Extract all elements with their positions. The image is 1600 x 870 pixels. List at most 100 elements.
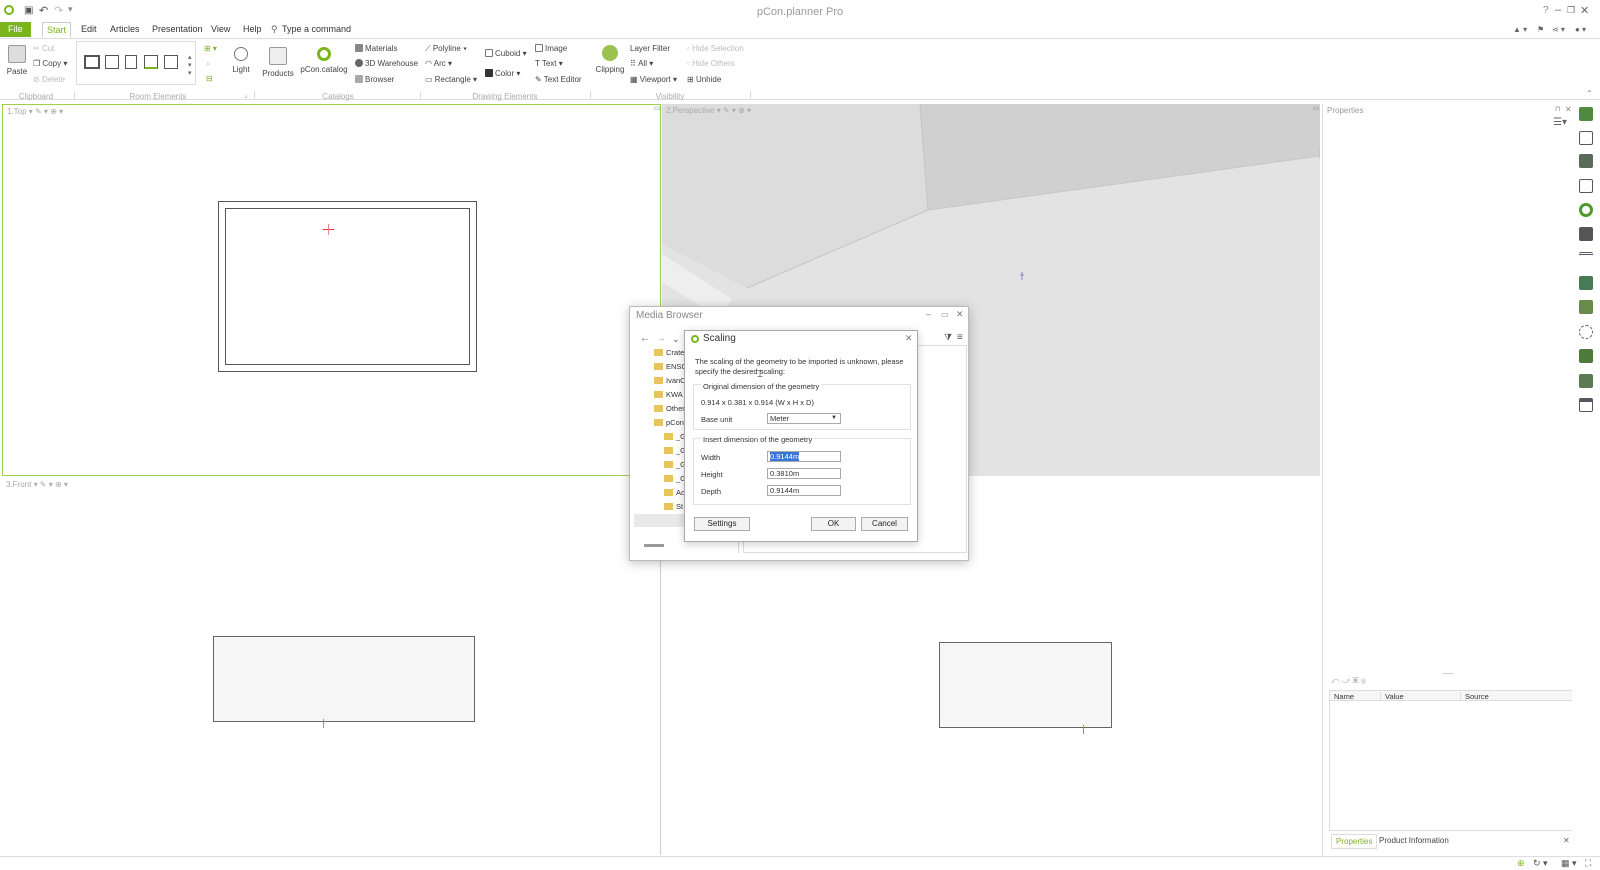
user-icon[interactable]: ● ▾ <box>1575 25 1586 34</box>
layers-panel-icon[interactable] <box>1579 252 1593 266</box>
arc-button[interactable]: ◠ Arc ▾ <box>425 59 452 68</box>
dialog-launcher-icon[interactable]: ⌟ <box>244 91 247 99</box>
notification-icon[interactable]: ▲ ▾ <box>1513 25 1527 34</box>
menu-file[interactable]: File <box>0 22 31 37</box>
hide-selection-button[interactable]: ▫ Hide Selection <box>687 44 744 53</box>
command-input[interactable]: Type a command <box>278 22 355 37</box>
properties-close-icon[interactable]: ✕ <box>1565 105 1572 114</box>
column-value[interactable]: Value <box>1380 692 1404 701</box>
properties-menu-icon[interactable]: ☰▾ <box>1553 117 1567 128</box>
text-button[interactable]: T Text ▾ <box>535 59 563 68</box>
copy-button[interactable]: ❐ Copy ▾ <box>33 59 67 68</box>
tab-product-information[interactable]: Product Information <box>1379 836 1449 845</box>
close-icon[interactable]: ✕ <box>1580 4 1589 17</box>
gallery-scroll-icon[interactable]: ▴ ▾ ▾ <box>188 53 192 77</box>
menu-icon[interactable]: ≡ <box>957 332 963 343</box>
folder-item[interactable]: KWA <box>654 390 683 399</box>
viewport-front-label[interactable]: 3.Front ▾ ✎ ▾ ⊕ ▾ <box>6 480 68 489</box>
room-icon[interactable] <box>105 55 119 69</box>
viewport-top[interactable]: 1.Top ▾ ✎ ▾ ⊕ ▾ <box>2 104 661 476</box>
menu-view[interactable]: View <box>207 22 234 37</box>
horizontal-scrollbar[interactable] <box>644 544 664 547</box>
column-source[interactable]: Source <box>1460 692 1489 701</box>
depth-input[interactable]: 0.9144m <box>767 485 841 496</box>
hide-others-button[interactable]: ▫ Hide Others <box>687 59 735 68</box>
insert-icon[interactable]: ⊞ ▾ <box>204 44 217 53</box>
folder-item[interactable]: Other <box>654 404 685 413</box>
mb-minimize-icon[interactable]: – <box>926 309 931 319</box>
image-panel-icon[interactable] <box>1579 374 1593 388</box>
group-objects-icon[interactable]: ⊟ <box>206 74 213 83</box>
paste-button[interactable]: Paste <box>5 45 29 76</box>
info-icon[interactable]: ⚑ <box>1537 25 1544 34</box>
viewport-front[interactable]: 3.Front ▾ ✎ ▾ ⊕ ▾ <box>2 478 661 855</box>
briefcase-icon[interactable] <box>1579 227 1593 241</box>
pcon-catalog-button[interactable]: pCon.catalog <box>300 47 348 74</box>
height-input[interactable]: 0.3810m <box>767 468 841 479</box>
settings-button[interactable]: Settings <box>694 517 750 531</box>
unhide-button[interactable]: ⊞ Unhide <box>687 75 721 84</box>
ok-button[interactable]: OK <box>811 517 856 531</box>
pcon-icon[interactable] <box>1579 203 1593 217</box>
menu-start[interactable]: Start <box>42 22 72 37</box>
maximize-icon[interactable]: ❐ <box>1567 5 1575 16</box>
objects-icon[interactable] <box>1579 154 1593 168</box>
folder-item[interactable]: pCon <box>654 418 684 427</box>
viewport-maximize-icon[interactable]: ▭ <box>1313 104 1320 112</box>
floor-icon[interactable] <box>144 55 158 69</box>
share-icon[interactable]: ⋖ ▾ <box>1552 25 1565 34</box>
snap-icon[interactable]: ⊕ <box>1517 858 1525 869</box>
settings-icon[interactable] <box>1579 107 1593 121</box>
folder-item[interactable]: ENSC <box>654 362 687 371</box>
window-icon[interactable] <box>164 55 178 69</box>
panel-close-icon[interactable]: ✕ <box>1563 836 1570 845</box>
folder-item[interactable]: IvanC <box>654 376 686 385</box>
3d-warehouse-button[interactable]: 3D Warehouse <box>355 59 418 68</box>
folder-item[interactable]: _G <box>664 460 686 469</box>
column-name[interactable]: Name <box>1334 692 1354 701</box>
browser-button[interactable]: Browser <box>355 75 394 84</box>
materials-panel-icon[interactable] <box>1579 276 1593 290</box>
mb-close-icon[interactable]: ✕ <box>956 309 964 320</box>
cancel-button[interactable]: Cancel <box>861 517 908 531</box>
back-icon[interactable]: ← <box>640 333 650 344</box>
width-input[interactable]: 0.9144m <box>767 451 841 462</box>
rotate-icon[interactable]: ↻ ▾ <box>1533 858 1548 869</box>
menu-presentation[interactable]: Presentation <box>148 22 207 37</box>
help-icon[interactable]: ? <box>1543 5 1549 16</box>
link-icon[interactable]: ⌕ <box>206 59 210 69</box>
collapse-ribbon-icon[interactable]: ⌃ <box>1586 89 1593 98</box>
viewport-maximize-icon[interactable]: ▭ <box>654 104 661 112</box>
forward-icon[interactable]: → <box>656 333 666 344</box>
menu-help[interactable]: Help <box>239 22 266 37</box>
wall-icon[interactable] <box>84 55 100 69</box>
folder-item[interactable]: Crate <box>654 348 684 357</box>
folder-item[interactable]: _G <box>664 432 686 441</box>
filter-icon[interactable]: ⧩ <box>944 332 952 343</box>
folder-item[interactable]: _G <box>664 474 686 483</box>
viewport-top-label[interactable]: 1.Top ▾ ✎ ▾ ⊕ ▾ <box>7 107 63 116</box>
polyline-button[interactable]: ⟋ Polyline ▾ <box>425 44 467 54</box>
minimize-icon[interactable]: – <box>1555 4 1561 16</box>
cut-button[interactable]: ✂ Cut <box>33 44 54 53</box>
text-editor-button[interactable]: ✎ Text Editor <box>535 75 582 84</box>
property-tools-icon[interactable]: ⤺ ⤻ ▣ ⊗ <box>1331 676 1366 686</box>
folder-item[interactable]: _G <box>664 446 686 455</box>
products-button[interactable]: Products <box>260 47 296 78</box>
scaling-close-icon[interactable]: ✕ <box>905 333 913 344</box>
menu-articles[interactable]: Articles <box>106 22 144 37</box>
delete-button[interactable]: ⊘ Delete <box>33 75 65 84</box>
color-button[interactable]: Color ▾ <box>485 69 520 78</box>
menu-edit[interactable]: Edit <box>77 22 101 37</box>
side-object-outline[interactable] <box>939 642 1112 728</box>
layer-all-dropdown[interactable]: ⠿ All ▾ <box>630 59 653 68</box>
base-unit-select[interactable]: Meter ▼ <box>767 413 841 424</box>
catalog-icon[interactable] <box>1579 131 1593 145</box>
clipping-button[interactable]: Clipping <box>593 45 627 74</box>
brush-icon[interactable] <box>1579 349 1593 363</box>
door-icon[interactable] <box>125 55 137 69</box>
folder-item[interactable]: Ac <box>664 488 685 497</box>
cuboid-button[interactable]: Cuboid ▾ <box>485 49 527 58</box>
materials-button[interactable]: Materials <box>355 44 397 53</box>
pin-icon[interactable]: ⊓ <box>1555 105 1560 113</box>
